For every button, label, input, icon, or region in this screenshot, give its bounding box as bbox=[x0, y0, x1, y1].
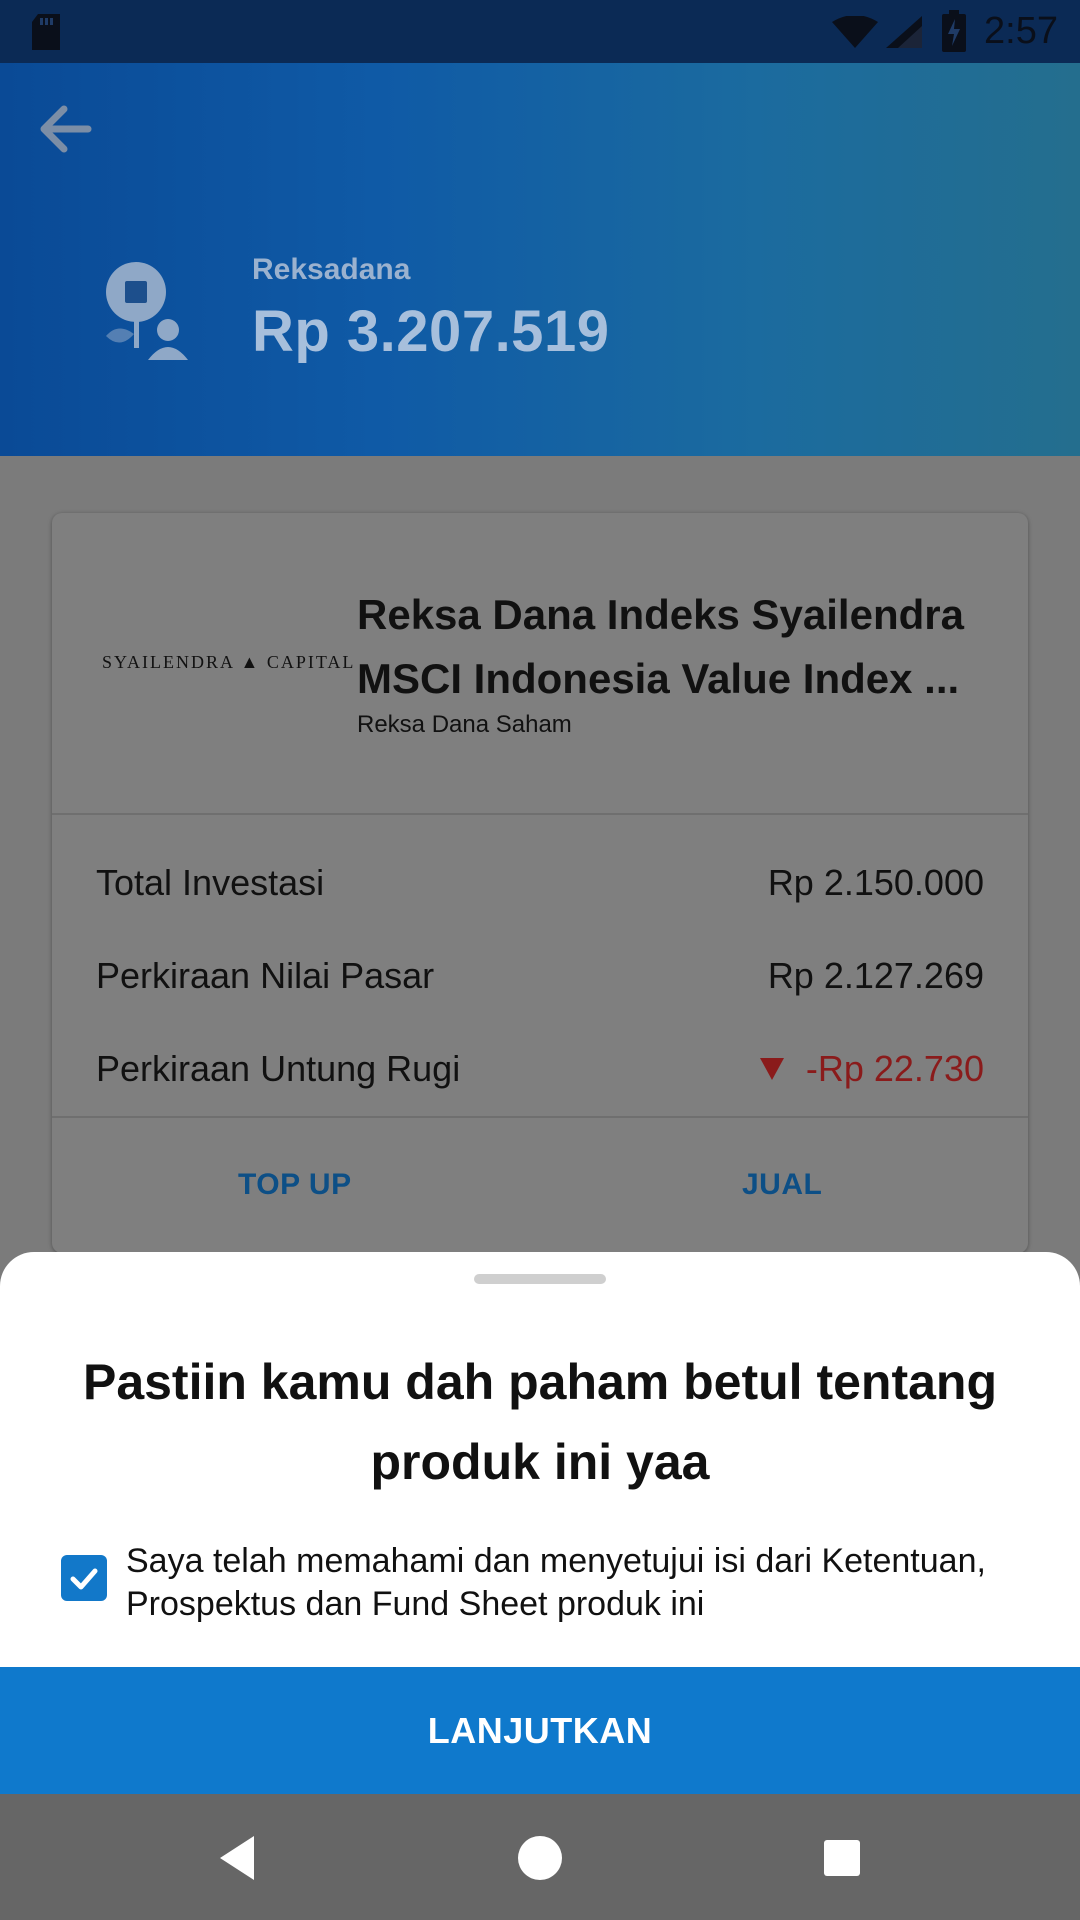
row-label-untung-rugi: Perkiraan Untung Rugi bbox=[96, 1048, 461, 1089]
nav-home-button[interactable] bbox=[512, 1830, 568, 1886]
agreement-text: Saya telah memahami dan menyetujui isi d… bbox=[126, 1542, 986, 1623]
back-button[interactable] bbox=[28, 93, 100, 165]
status-bar: 2:57 bbox=[0, 0, 1080, 63]
category-label: Reksadana bbox=[252, 253, 411, 286]
row-value-total-investasi: Rp 2.150.000 bbox=[767, 862, 984, 903]
top-up-button[interactable]: TOP UP bbox=[238, 1168, 352, 1202]
arrow-left-icon bbox=[40, 105, 92, 153]
actions-divider bbox=[52, 1116, 1028, 1118]
reksadana-icon bbox=[98, 260, 208, 370]
row-value-nilai-pasar: Rp 2.127.269 bbox=[767, 955, 984, 996]
portfolio-header: Reksadana Rp 3.207.519 bbox=[0, 63, 1080, 456]
status-time: 2:57 bbox=[984, 10, 1058, 52]
nav-recents-button[interactable] bbox=[814, 1830, 870, 1886]
sell-button[interactable]: JUAL bbox=[742, 1168, 822, 1202]
home-icon bbox=[518, 1836, 562, 1880]
sheet-title: Pastiin kamu dah paham betul tentang pro… bbox=[82, 1354, 998, 1490]
recents-icon bbox=[824, 1840, 860, 1876]
back-icon bbox=[220, 1836, 254, 1880]
sheet-handle[interactable] bbox=[474, 1274, 606, 1284]
row-label-total-investasi: Total Investasi bbox=[96, 862, 325, 903]
down-triangle-icon bbox=[759, 1058, 784, 1081]
wifi-icon bbox=[832, 15, 878, 48]
agreement-checkbox[interactable] bbox=[61, 1555, 107, 1601]
total-value: Rp 3.207.519 bbox=[252, 299, 610, 364]
signal-icon bbox=[886, 16, 922, 48]
row-label-nilai-pasar: Perkiraan Nilai Pasar bbox=[96, 955, 435, 996]
capital-logo-icon: ▲ bbox=[240, 652, 261, 672]
nav-back-button[interactable] bbox=[210, 1830, 266, 1886]
row-value-untung-rugi: -Rp 22.730 bbox=[759, 1048, 984, 1090]
brand-logo: SYAILENDRA ▲ CAPITAL bbox=[102, 652, 356, 672]
checkmark-icon bbox=[70, 1568, 98, 1590]
sd-card-icon bbox=[32, 14, 60, 50]
fund-name: Reksa Dana Indeks Syailendra MSCI Indone… bbox=[357, 591, 964, 702]
fund-type: Reksa Dana Saham bbox=[357, 711, 572, 738]
continue-button[interactable]: LANJUTKAN bbox=[0, 1667, 1080, 1794]
card-divider bbox=[52, 813, 1028, 815]
battery-icon bbox=[942, 10, 966, 52]
